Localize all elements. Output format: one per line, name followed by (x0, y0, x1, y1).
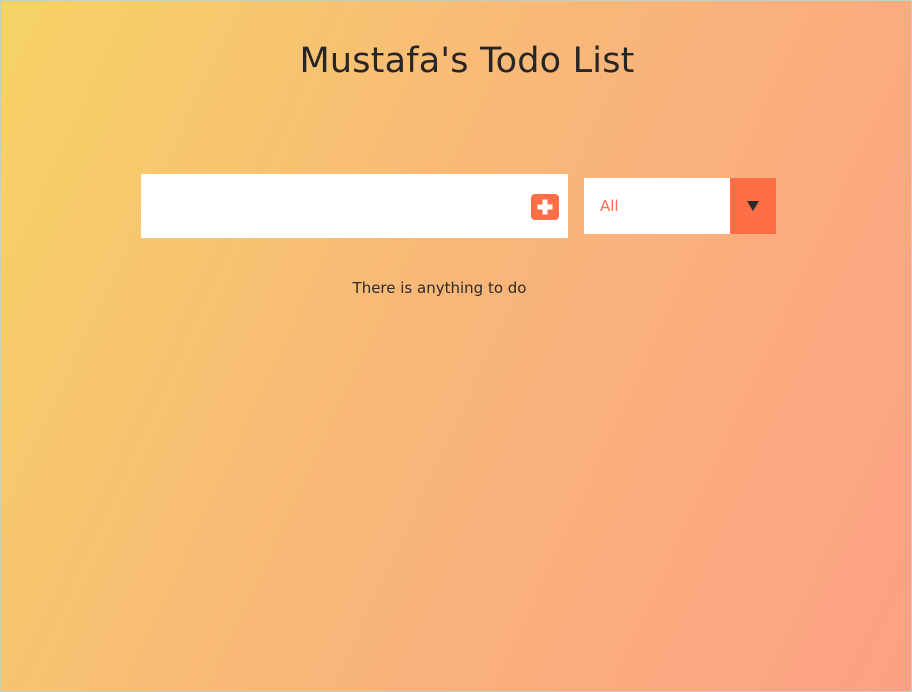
filter-select[interactable]: All (584, 178, 776, 234)
add-todo-button[interactable] (531, 194, 559, 220)
plus-square-icon (536, 198, 554, 216)
page-title: Mustafa's Todo List (299, 41, 635, 81)
todo-input[interactable] (141, 174, 568, 238)
filter-dropdown-button[interactable] (730, 178, 776, 234)
empty-list-message: There is anything to do (352, 279, 527, 297)
filter-selected-value: All (600, 197, 619, 215)
caret-down-icon (746, 197, 760, 216)
todo-form (141, 174, 568, 238)
